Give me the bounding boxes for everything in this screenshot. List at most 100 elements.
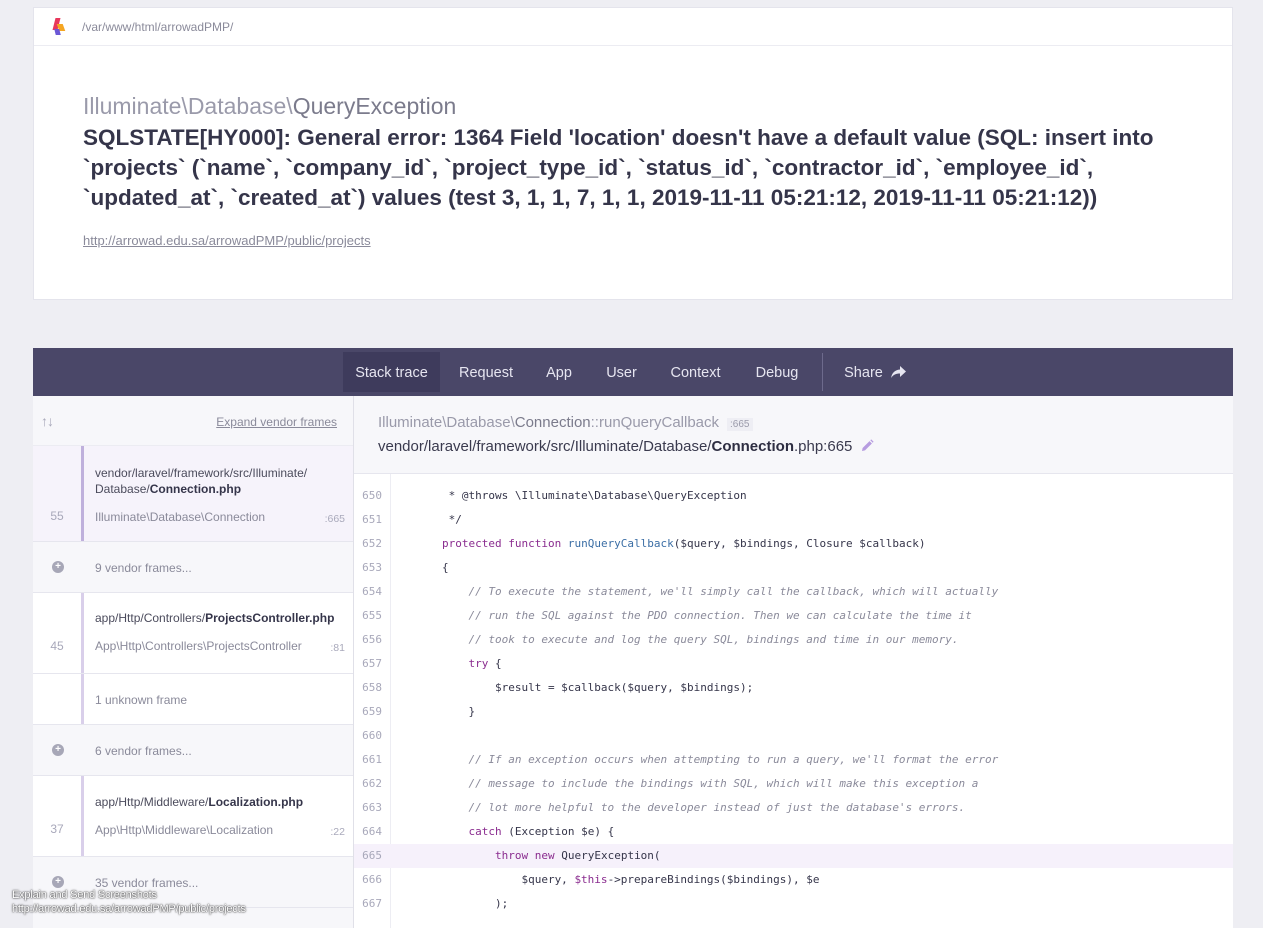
line-number[interactable]: 658 — [354, 676, 382, 700]
code-line: 662 // message to include the bindings w… — [354, 772, 1233, 796]
expand-vendor-frames-link[interactable]: Expand vendor frames — [216, 415, 337, 429]
code-line: 656 // took to execute and log the query… — [354, 628, 1233, 652]
tab-debug[interactable]: Debug — [746, 352, 808, 392]
code-line: 658 $result = $callback($query, $binding… — [354, 676, 1233, 700]
line-number[interactable]: 661 — [354, 748, 382, 772]
tab-separator — [822, 353, 823, 391]
frame-file-path: vendor/laravel/framework/src/Illuminate/… — [378, 438, 874, 455]
frame-number: 55 — [50, 509, 64, 523]
code-line: 652 protected function runQueryCallback(… — [354, 532, 1233, 556]
vendor-frames-group[interactable]: + 6 vendor frames... — [33, 725, 353, 776]
code-viewer: 650 * @throws \Illuminate\Database\Query… — [354, 474, 1233, 928]
line-number[interactable]: 663 — [354, 796, 382, 820]
stack-frame[interactable]: app/Http/Controllers/ProjectsController.… — [33, 593, 353, 674]
line-number[interactable]: 659 — [354, 700, 382, 724]
frame-file: app/Http/Middleware/Localization.php — [95, 795, 304, 809]
frame-number: 37 — [50, 822, 64, 836]
code-line: 666 $query, $this->prepareBindings($bind… — [354, 868, 1233, 892]
code-text: */ — [389, 513, 462, 526]
frame-method: Illuminate\Database\Connection::runQuery… — [378, 414, 753, 431]
tab-stack-trace[interactable]: Stack trace — [343, 352, 440, 392]
watermark-title: Explain and Send Screenshots — [12, 889, 157, 901]
exception-namespace: Illuminate\Database\ — [83, 93, 293, 119]
frame-file: vendor/laravel/framework/src/Illuminate/… — [95, 466, 308, 496]
code-line: 665 throw new QueryException( — [354, 844, 1233, 868]
line-number[interactable]: 650 — [354, 484, 382, 508]
edit-pencil-icon[interactable] — [860, 439, 874, 453]
stack-frames-panel: ↑↓ Expand vendor frames vendor/laravel/f… — [33, 396, 354, 928]
code-text: // If an exception occurs when attemptin… — [389, 753, 999, 766]
line-number[interactable]: 652 — [354, 532, 382, 556]
ignition-logo-icon — [52, 17, 66, 37]
share-icon — [890, 366, 906, 378]
code-text: // lot more helpful to the developer ins… — [389, 801, 966, 814]
code-line: 659 } — [354, 700, 1233, 724]
frames-header: ↑↓ Expand vendor frames — [33, 396, 353, 446]
line-number[interactable]: 662 — [354, 772, 382, 796]
line-number[interactable]: 651 — [354, 508, 382, 532]
vendor-frames-label: 6 vendor frames... — [95, 744, 192, 758]
code-text: * @throws \Illuminate\Database\QueryExce… — [389, 489, 747, 502]
line-number[interactable]: 656 — [354, 628, 382, 652]
unknown-frame-label: 1 unknown frame — [95, 693, 188, 707]
frame-number: 45 — [50, 639, 64, 653]
code-text: protected function runQueryCallback($que… — [441, 537, 926, 550]
code-text: } — [389, 705, 476, 718]
frame-line: :81 — [330, 642, 345, 654]
frame-class: App\Http\Middleware\Localization — [95, 823, 274, 837]
frame-class: Illuminate\Database\Connection — [95, 510, 266, 524]
code-text: { — [389, 561, 449, 574]
code-line: 663 // lot more helpful to the developer… — [354, 796, 1233, 820]
exception-class: Illuminate\Database\QueryException — [83, 93, 456, 120]
exception-class-name: QueryException — [292, 93, 457, 119]
frame-file: app/Http/Controllers/ProjectsController.… — [95, 611, 335, 625]
code-text: try { — [468, 657, 502, 670]
code-text: ); — [389, 897, 509, 910]
expand-plus-icon: + — [52, 744, 64, 756]
request-url-link[interactable]: http://arrowad.edu.sa/arrowadPMP/public/… — [83, 233, 371, 248]
code-text: // To execute the statement, we'll simpl… — [389, 585, 999, 598]
code-text: throw new QueryException( — [494, 849, 661, 862]
vendor-frames-group[interactable]: + 9 vendor frames... — [33, 542, 353, 593]
line-number[interactable]: 660 — [354, 724, 382, 748]
frame-line: :22 — [330, 826, 345, 838]
share-label: Share — [844, 365, 883, 381]
code-text: // took to execute and log the query SQL… — [389, 633, 959, 646]
screenshot-watermark: Explain and Send Screenshots http://arro… — [12, 888, 246, 916]
code-header: Illuminate\Database\Connection::runQuery… — [354, 396, 1233, 474]
expand-plus-icon: + — [52, 876, 64, 888]
code-line: 657 try { — [354, 652, 1233, 676]
line-number[interactable]: 653 — [354, 556, 382, 580]
line-number[interactable]: 655 — [354, 604, 382, 628]
expand-plus-icon: + — [52, 561, 64, 573]
code-line: 653 { — [354, 556, 1233, 580]
frame-line: :665 — [324, 513, 345, 525]
app-path: /var/www/html/arrowadPMP/ — [82, 19, 234, 34]
code-line: 655 // run the SQL against the PDO conne… — [354, 604, 1233, 628]
vendor-frames-label: 9 vendor frames... — [95, 561, 192, 575]
stack-frame[interactable]: app/Http/Middleware/Localization.php 37 … — [33, 776, 353, 857]
tab-context[interactable]: Context — [662, 352, 729, 392]
line-number[interactable]: 657 — [354, 652, 382, 676]
code-line: 650 * @throws \Illuminate\Database\Query… — [354, 484, 1233, 508]
line-number[interactable]: 667 — [354, 892, 382, 916]
line-number[interactable]: 665 — [354, 844, 382, 868]
code-line: 667 ); — [354, 892, 1233, 916]
header-bar: /var/www/html/arrowadPMP/ — [34, 8, 1232, 46]
code-text: $result = $callback($query, $bindings); — [389, 681, 754, 694]
line-number[interactable]: 664 — [354, 820, 382, 844]
tab-request[interactable]: Request — [447, 352, 525, 392]
sort-arrows-icon[interactable]: ↑↓ — [41, 413, 54, 429]
stack-frame[interactable]: vendor/laravel/framework/src/Illuminate/… — [33, 446, 353, 542]
line-badge: :665 — [727, 418, 753, 431]
code-text: catch (Exception $e) { — [468, 825, 615, 838]
exception-message: SQLSTATE[HY000]: General error: 1364 Fie… — [83, 125, 1154, 210]
tab-user[interactable]: User — [599, 352, 644, 392]
watermark-url: http://arrowad.edu.sa/arrowadPMP/public/… — [12, 903, 246, 915]
line-number[interactable]: 654 — [354, 580, 382, 604]
unknown-frame[interactable]: 1 unknown frame — [33, 674, 353, 725]
tab-app[interactable]: App — [535, 352, 583, 392]
line-number[interactable]: 666 — [354, 868, 382, 892]
tab-share[interactable]: Share — [839, 352, 911, 392]
code-text: $query, $this->prepareBindings($bindings… — [389, 873, 820, 886]
